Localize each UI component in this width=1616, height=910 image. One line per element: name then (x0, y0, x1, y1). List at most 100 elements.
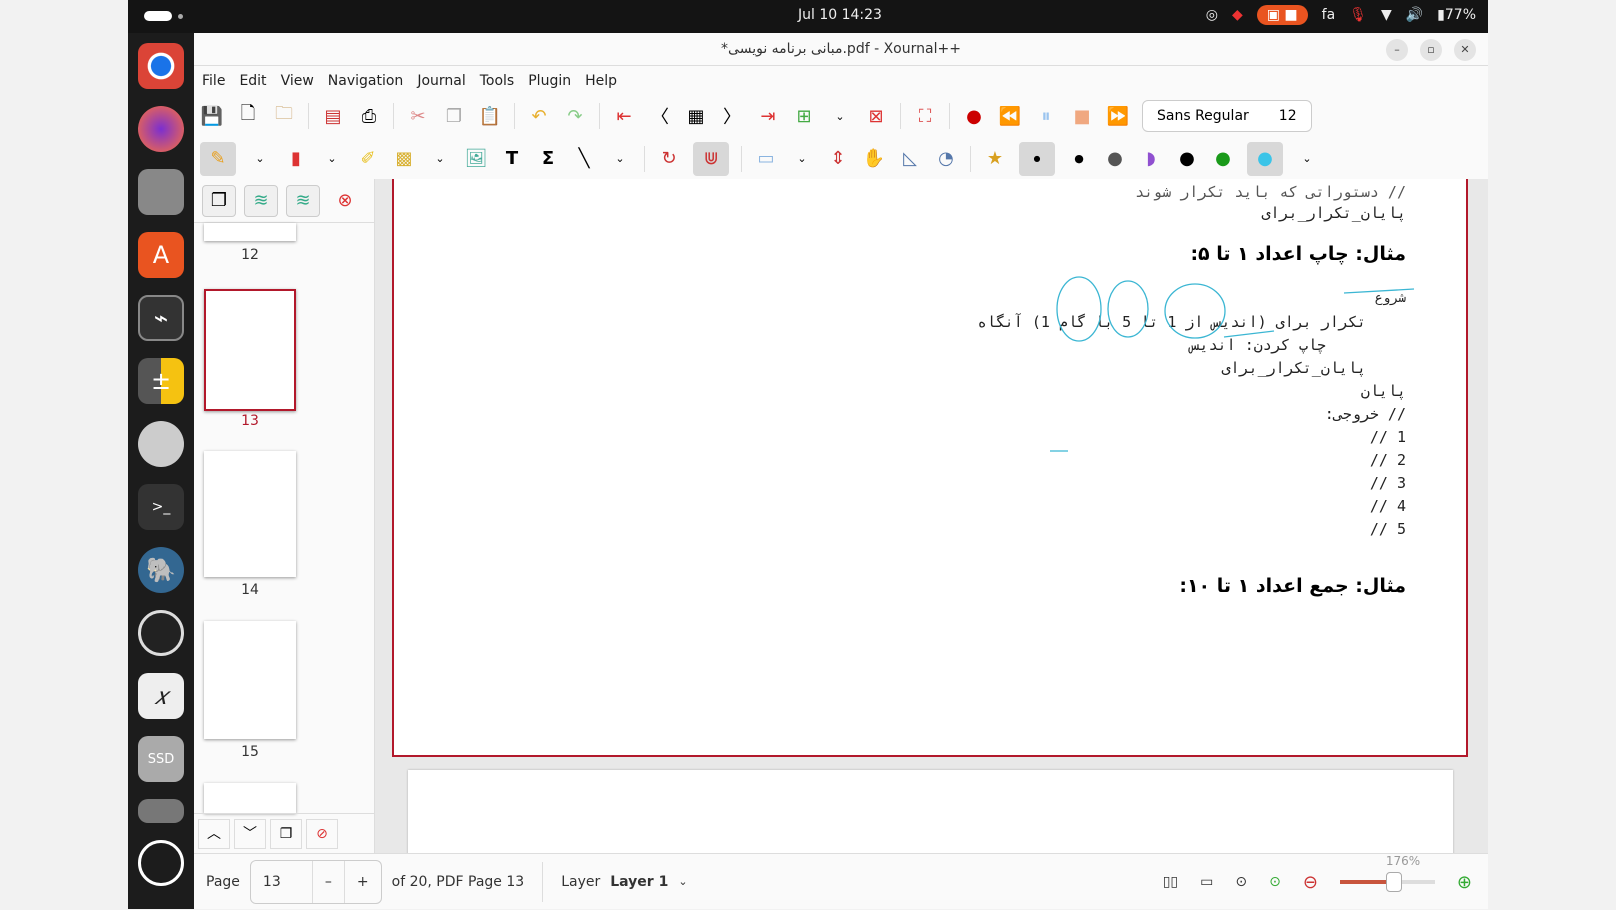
next-page-icon[interactable]: 〉 (720, 104, 744, 128)
page-thumbnail-13[interactable] (204, 289, 296, 411)
page-spinner[interactable]: 13 – + (249, 859, 382, 904)
menu-tools[interactable]: Tools (480, 73, 515, 89)
current-page[interactable]: // دستوراتی که باید تکرار شوند پایان_تکر… (392, 179, 1468, 757)
eraser-icon[interactable]: ▮ (284, 147, 308, 171)
move-page-up-button[interactable]: ︿ (198, 818, 230, 849)
next-page[interactable] (408, 770, 1453, 853)
page-increment-button[interactable]: + (345, 861, 381, 903)
maximize-button[interactable]: ▫ (1420, 39, 1442, 61)
rectangle-icon[interactable]: ▭ (754, 147, 778, 171)
image-icon[interactable]: 🖼 (464, 147, 488, 171)
obs-studio-icon[interactable] (138, 610, 184, 656)
zoom-slider[interactable] (1339, 872, 1435, 892)
color-cyan[interactable]: ● (1247, 141, 1283, 176)
save-icon[interactable]: 💾 (200, 104, 224, 128)
delete-page-button[interactable]: ⊘ (306, 818, 338, 849)
chevron-down-icon[interactable]: ⌄ (678, 875, 687, 888)
first-page-icon[interactable]: ⇤ (612, 104, 636, 128)
page-decrement-button[interactable]: – (313, 860, 345, 903)
menu-journal[interactable]: Journal (417, 73, 465, 89)
redo-icon[interactable]: ↷ (563, 104, 587, 128)
last-page-icon[interactable]: ⇥ (756, 104, 780, 128)
clock[interactable]: Jul 10 14:23 (798, 7, 882, 23)
calculator-icon[interactable]: ± (138, 358, 184, 404)
two-pages-icon[interactable]: ▯▯ (1163, 874, 1178, 890)
ssd-drive-icon[interactable]: SSD (138, 736, 184, 782)
menu-edit[interactable]: Edit (239, 73, 266, 89)
layers-tab[interactable]: ≋ (244, 184, 278, 217)
system-monitor-icon[interactable]: ⌁ (138, 295, 184, 341)
zoom-100-icon[interactable]: ⊙ (1235, 874, 1247, 890)
language-indicator[interactable]: fa (1322, 7, 1336, 23)
files-icon[interactable] (138, 169, 184, 215)
undo-icon[interactable]: ↶ (527, 104, 551, 128)
hand-icon[interactable]: ✋ (862, 147, 886, 171)
page-preview-tab[interactable]: ❐ (202, 184, 236, 217)
paste-icon[interactable]: 📋 (478, 104, 502, 128)
cut-icon[interactable]: ✂ (406, 104, 430, 128)
record-icon[interactable]: ● (962, 104, 986, 128)
insert-page-icon[interactable]: ⊞ (792, 104, 816, 128)
chevron-down-icon[interactable]: ⌄ (608, 147, 632, 171)
vertical-space-icon[interactable]: ⇕ (826, 147, 850, 171)
anydesk-icon[interactable]: ◆ (1232, 7, 1243, 23)
stop-icon[interactable]: ■ (1070, 104, 1094, 128)
highlighter-icon[interactable]: ✐ (356, 147, 380, 171)
minimize-button[interactable]: – (1386, 39, 1408, 61)
move-page-down-button[interactable]: ﹀ (234, 818, 266, 849)
page-thumbnail-14[interactable] (204, 451, 296, 577)
goto-page-icon[interactable]: ▦ (684, 104, 708, 128)
zoom-slider-knob[interactable] (1386, 872, 1403, 892)
text-icon[interactable]: T (500, 147, 524, 171)
zoom-out-icon[interactable]: ⊖ (1303, 872, 1318, 893)
select-region-icon[interactable]: ▩ (392, 147, 416, 171)
shape-recognizer-icon[interactable]: ↻ (657, 147, 681, 171)
export-pdf-icon[interactable]: ▤ (321, 104, 345, 128)
chevron-down-icon[interactable]: ⌄ (248, 147, 272, 171)
menu-file[interactable]: File (202, 73, 225, 89)
latex-icon[interactable]: Σ (536, 147, 560, 171)
delete-page-icon[interactable]: ⊠ (864, 104, 888, 128)
chevron-down-icon[interactable]: ⌄ (320, 147, 344, 171)
screen-record-icon[interactable]: ▣ ■ (1256, 5, 1308, 25)
fullscreen-icon[interactable]: ⛶ (913, 104, 937, 128)
page-thumbnail-12[interactable] (204, 223, 296, 241)
menu-view[interactable]: View (281, 73, 314, 89)
menu-plugin[interactable]: Plugin (528, 73, 571, 89)
xournal-icon[interactable]: 𝑥 (138, 673, 184, 719)
medium-stroke-icon[interactable]: ● (1067, 147, 1091, 171)
magnet-icon[interactable]: ⋓ (693, 141, 729, 176)
print-icon[interactable]: ⎙ (357, 104, 381, 128)
zoom-fit-icon[interactable]: ⊙ (1269, 874, 1281, 890)
previous-page-icon[interactable]: 〈 (648, 104, 672, 128)
new-document-icon[interactable]: 🗋 (236, 103, 260, 128)
close-sidebar-icon[interactable]: ⊗ (328, 185, 362, 217)
page-input[interactable]: 13 (251, 860, 313, 903)
fast-forward-icon[interactable]: ⏩ (1106, 104, 1130, 128)
pause-icon[interactable]: ⏸ (1034, 104, 1058, 128)
zoom-in-icon[interactable]: ⊕ (1457, 872, 1472, 893)
chevron-down-icon[interactable]: ⌄ (790, 147, 814, 171)
layer-preview-tab[interactable]: ≋ (286, 184, 320, 217)
drive-icon[interactable] (138, 799, 184, 823)
thin-stroke-icon[interactable]: ● (1019, 141, 1055, 176)
compass-icon[interactable]: ◔ (934, 147, 958, 171)
color-green[interactable]: ● (1211, 147, 1235, 171)
color-black[interactable]: ● (1175, 147, 1199, 171)
page-thumbnail-15[interactable] (204, 621, 296, 739)
system-tray[interactable]: ◎ ◆ ▣ ■ fa 🎙 ▼ 🔊 ▮77% (1206, 5, 1476, 25)
thick-stroke-icon[interactable]: ● (1103, 147, 1127, 171)
line-icon[interactable]: ╲ (572, 147, 596, 171)
setsquare-icon[interactable]: ◺ (898, 147, 922, 171)
app-center-icon[interactable]: A (138, 232, 184, 278)
page-thumbnail-16[interactable] (204, 783, 296, 813)
obs-icon[interactable]: ◎ (1206, 7, 1218, 23)
open-folder-icon[interactable]: 🗀 (272, 103, 296, 128)
chevron-down-icon[interactable]: ⌄ (828, 104, 852, 128)
chevron-down-icon[interactable]: ⌄ (428, 147, 452, 171)
terminal-icon[interactable]: >_ (138, 484, 184, 530)
copy-icon[interactable]: ❐ (442, 104, 466, 128)
pgadmin-icon[interactable]: 🐘 (138, 547, 184, 593)
layer-select[interactable]: Layer 1 (610, 874, 668, 890)
rewind-icon[interactable]: ⏪ (998, 104, 1022, 128)
